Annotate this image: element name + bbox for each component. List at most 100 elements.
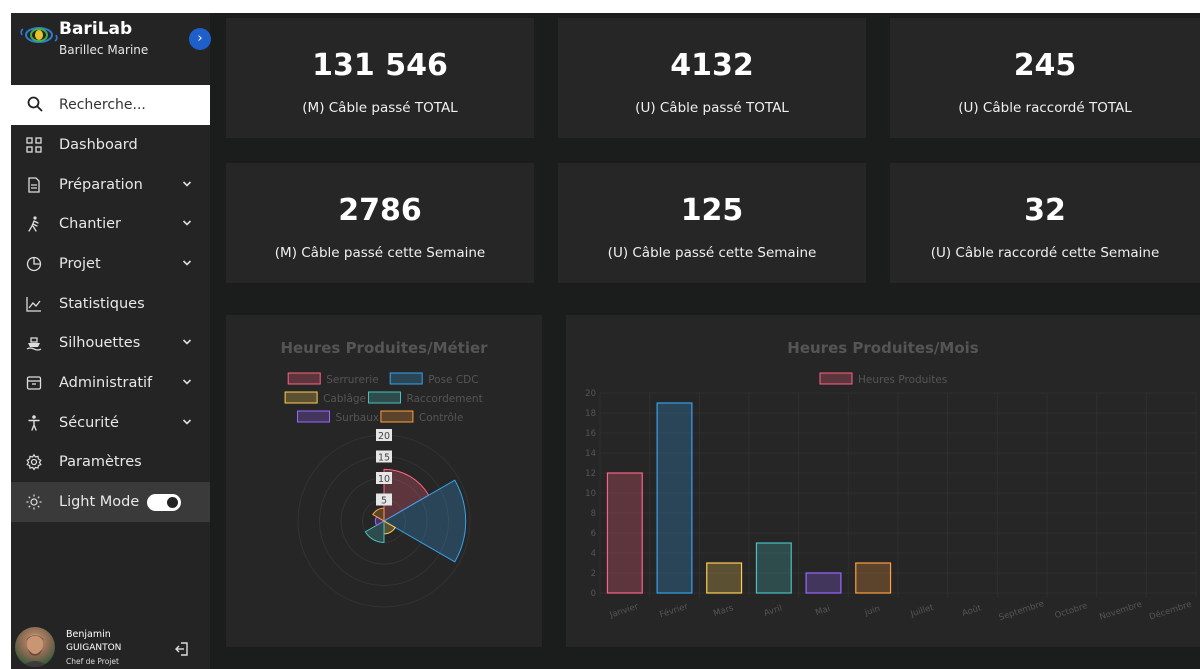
- avatar[interactable]: [15, 627, 55, 667]
- x-tick-label: Décembre: [1148, 599, 1193, 623]
- bar-mars: [706, 562, 743, 594]
- stat-label: (U) Câble passé cette Semaine: [607, 245, 817, 261]
- sidebar-item-label: Chantier: [59, 216, 121, 233]
- sidebar-item-label: Préparation: [59, 176, 143, 193]
- legend-label: Serrurerie: [326, 374, 378, 386]
- line-chart-icon: [25, 295, 43, 313]
- sidebar-item-silhouettes[interactable]: Silhouettes: [11, 323, 210, 363]
- stat-label: (U) Câble raccordé TOTAL: [958, 100, 1132, 116]
- x-tick-label: juin: [863, 604, 882, 619]
- legend-swatch: [284, 391, 318, 404]
- user-last-name: GUIGANTON: [66, 643, 122, 653]
- chevron-down-icon[interactable]: [182, 218, 192, 228]
- stat-label: (M) Câble passé cette Semaine: [274, 245, 486, 261]
- polar-tick-label: 20: [378, 431, 390, 442]
- main-content: 131 546 (M) Câble passé TOTAL 4132 (U) C…: [210, 13, 1200, 669]
- stat-value: 131 546: [312, 48, 448, 83]
- stat-value: 125: [680, 193, 744, 228]
- barilab-logo-icon: [20, 27, 58, 43]
- sidebar-item-label: Paramètres: [59, 454, 142, 471]
- stat-value: 2786: [338, 193, 422, 228]
- stat-card: 4132 (U) Câble passé TOTAL: [558, 18, 866, 138]
- archive-icon: [25, 374, 43, 392]
- y-tick-label: 16: [585, 429, 596, 439]
- chevron-down-icon[interactable]: [182, 258, 192, 268]
- sidebar-toggle-button[interactable]: ›: [189, 28, 211, 50]
- user-profile[interactable]: Benjamin GUIGANTON Chef de Projet: [11, 621, 210, 669]
- stat-value: 4132: [670, 48, 754, 83]
- person-icon: [25, 414, 43, 432]
- x-tick-label: Février: [658, 601, 690, 621]
- bar-mai: [805, 572, 842, 594]
- search-icon: [27, 96, 43, 112]
- sidebar-item-preparation[interactable]: Préparation: [11, 165, 210, 205]
- sidebar: BariLab Barillec Marine Dashboard Prépara…: [11, 13, 210, 669]
- y-tick-label: 12: [585, 469, 596, 479]
- sidebar-item-administratif[interactable]: Administratif: [11, 363, 210, 403]
- sidebar-item-label: Projet: [59, 255, 101, 272]
- sidebar-item-label: Sécurité: [59, 414, 119, 431]
- legend-label: Heures Produites: [858, 374, 947, 386]
- chevron-down-icon[interactable]: [182, 417, 192, 427]
- chevron-down-icon[interactable]: [182, 377, 192, 387]
- legend-label: Contrôle: [419, 412, 463, 424]
- polar-tick-label: 15: [378, 453, 390, 464]
- sidebar-item-statistiques[interactable]: Statistiques: [11, 284, 210, 324]
- sidebar-item-dashboard[interactable]: Dashboard: [11, 125, 210, 165]
- polar-tick-label: 10: [378, 474, 390, 485]
- walking-person-icon: [25, 215, 43, 233]
- brand-title: BariLab: [59, 19, 133, 39]
- x-tick-label: Novembre: [1098, 600, 1143, 623]
- sidebar-item-projet[interactable]: Projet: [11, 244, 210, 284]
- bar-chart-panel: Heures Produites/Mois Heures Produites 0 2…: [566, 315, 1200, 647]
- sidebar-nav: Dashboard Préparation Chantier Projet Statis…: [11, 125, 210, 522]
- light-mode-switch[interactable]: [147, 493, 182, 511]
- user-role: Chef de Projet: [66, 657, 119, 666]
- search-input[interactable]: [59, 94, 199, 116]
- y-tick-label: 18: [585, 409, 596, 419]
- stat-card: 245 (U) Câble raccordé TOTAL: [890, 18, 1200, 138]
- switch-knob: [167, 496, 179, 508]
- logout-icon[interactable]: [174, 641, 190, 657]
- gear-icon: [25, 453, 43, 471]
- stat-label: (M) Câble passé TOTAL: [302, 100, 458, 116]
- sidebar-item-label: Dashboard: [59, 136, 138, 153]
- y-tick-label: 14: [585, 449, 596, 459]
- stat-label: (U) Câble passé TOTAL: [635, 100, 789, 116]
- legend-swatch: [297, 410, 330, 423]
- polar-wedge-raccordement: [364, 520, 385, 544]
- sidebar-item-chantier[interactable]: Chantier: [11, 204, 210, 244]
- stat-value: 245: [1013, 48, 1077, 83]
- ship-icon: [25, 334, 43, 352]
- sun-icon: [25, 493, 43, 511]
- chevron-down-icon[interactable]: [182, 179, 192, 189]
- y-tick-label: 20: [585, 389, 596, 399]
- legend-swatch: [287, 372, 321, 385]
- stat-card: 2786 (M) Câble passé cette Semaine: [226, 163, 534, 283]
- x-tick-label: Septembre: [998, 599, 1046, 623]
- stat-card: 125 (U) Câble passé cette Semaine: [558, 163, 866, 283]
- y-tick-label: 6: [591, 529, 596, 539]
- y-tick-label: 2: [591, 569, 596, 579]
- polar-area-chart: Serrurerie Pose CDC Cablâge Raccordement Sur…: [284, 372, 483, 608]
- document-icon: [25, 176, 43, 194]
- search-bar: [11, 85, 210, 125]
- sidebar-item-securite[interactable]: Sécurité: [11, 403, 210, 443]
- legend-swatch: [819, 372, 853, 385]
- stat-value: 32: [1024, 193, 1066, 228]
- grid-icon: [25, 136, 43, 154]
- y-tick-label: 0: [591, 589, 596, 599]
- sidebar-item-parametres[interactable]: Paramètres: [11, 443, 210, 483]
- light-mode-toggle-row[interactable]: Light Mode: [11, 482, 210, 522]
- x-tick-label: Mars: [712, 603, 735, 619]
- x-tick-label: Janvier: [608, 602, 640, 621]
- sidebar-item-label: Administratif: [59, 374, 153, 391]
- legend-label: Raccordement: [407, 393, 483, 405]
- legend-swatch: [380, 410, 414, 423]
- chevron-down-icon[interactable]: [182, 337, 192, 347]
- legend-swatch: [389, 372, 423, 385]
- polar-chart-panel: Heures Produites/Métier Serrurerie Pose C…: [226, 315, 542, 647]
- legend-label: Cablâge: [323, 393, 366, 405]
- x-tick-label: Mai: [814, 604, 831, 618]
- light-mode-label: Light Mode: [59, 494, 140, 511]
